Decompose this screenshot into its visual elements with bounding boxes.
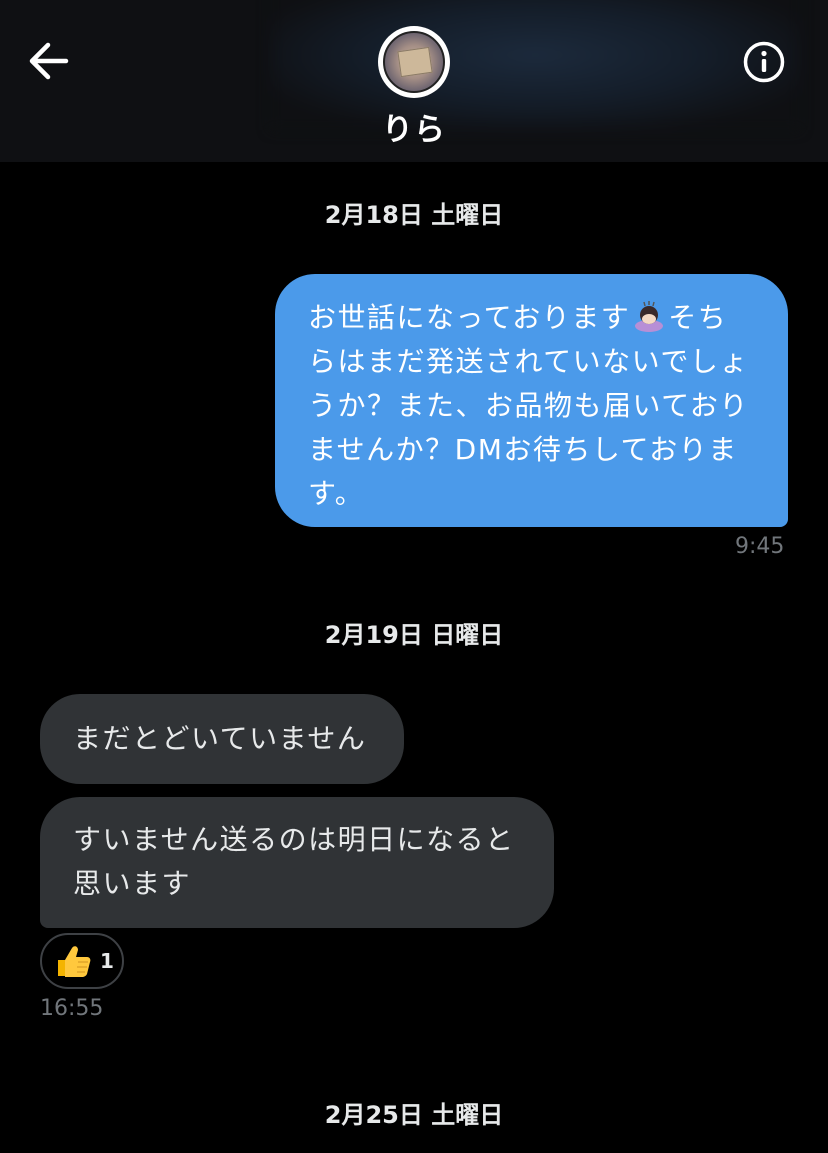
message-line: らはまだ発送されていないでしょ: [308, 345, 749, 378]
message-timestamp: 9:45: [735, 534, 785, 559]
reaction-pill[interactable]: 1: [40, 933, 124, 989]
contact-name[interactable]: りら: [0, 104, 828, 149]
dm-conversation-screen: りら 2月18日 土曜日 お世話になっております そち らはまだ発送されていない…: [0, 0, 828, 1153]
date-separator: 2月25日 土曜日: [324, 1101, 504, 1129]
message-line: うか？また、お品物も届いており: [308, 389, 749, 422]
outgoing-message-bubble[interactable]: お世話になっております そち らはまだ発送されていないでしょ うか？また、お品物…: [275, 274, 788, 527]
thumbs-up-emoji-icon: [58, 946, 91, 977]
arrow-left-icon: [29, 42, 69, 80]
info-button[interactable]: [742, 40, 786, 84]
message-line: 思います: [73, 867, 192, 900]
message-line: ませんか？DMお待ちしておりま: [308, 433, 738, 466]
avatar[interactable]: [378, 26, 450, 98]
message-timestamp: 16:55: [40, 996, 104, 1021]
date-separator: 2月18日 土曜日: [324, 201, 504, 229]
date-separator: 2月19日 日曜日: [324, 621, 504, 649]
reaction-count: 1: [100, 949, 114, 973]
message-line: すいません送るのは明日になると: [73, 823, 515, 856]
info-icon: [743, 41, 785, 83]
incoming-message-bubble[interactable]: すいません送るのは明日になると 思います: [40, 797, 554, 928]
message-line: お世話になっております そち: [308, 301, 728, 334]
person-bowing-emoji-icon: [635, 301, 664, 332]
message-line: す。: [308, 477, 365, 510]
conversation-header: りら: [0, 0, 828, 162]
incoming-message-bubble[interactable]: まだとどいていません: [40, 694, 404, 784]
message-line: まだとどいていません: [73, 722, 367, 755]
avatar-image: [383, 31, 445, 93]
back-button[interactable]: [24, 38, 74, 84]
